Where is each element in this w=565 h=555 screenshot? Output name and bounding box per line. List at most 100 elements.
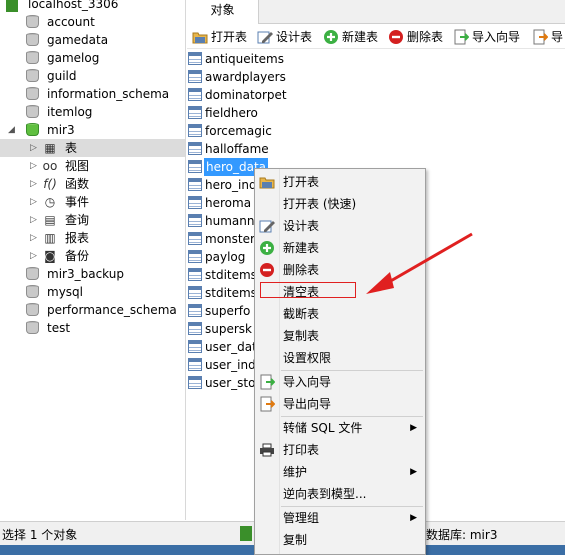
object-name: user_dat (205, 340, 257, 354)
expand-arrow-icon[interactable]: ▷ (30, 193, 37, 211)
database-icon (26, 51, 39, 65)
table-icon (188, 376, 202, 389)
object-name: user_ind (205, 358, 256, 372)
table-icon (188, 286, 202, 299)
table-icon (188, 52, 202, 65)
tree-item-reports[interactable]: ▷ ▥ 报表 (0, 229, 185, 247)
tree-item-tables[interactable]: ▷ ▦ 表 (0, 139, 185, 157)
db-label: performance_schema (47, 303, 177, 317)
database-icon (26, 105, 39, 119)
expand-arrow-icon[interactable]: ▷ (30, 157, 37, 175)
tree-db-itemlog[interactable]: itemlog (0, 103, 185, 121)
table-icon (188, 124, 202, 137)
folder-open-icon (259, 177, 275, 189)
table-icon (188, 268, 202, 281)
object-name: superfo (205, 304, 251, 318)
tree-item-queries[interactable]: ▷ ▤ 查询 (0, 211, 185, 229)
context-menu: 打开表 打开表 (快速) 设计表 新建表 删除表 清空表 截断表 复制表 设置权… (254, 168, 426, 555)
annotation-highlight-box (260, 282, 356, 298)
database-icon (26, 87, 39, 101)
table-icon (188, 358, 202, 371)
db-label: test (47, 321, 71, 335)
tree-item-label: 函数 (65, 177, 90, 191)
database-icon (26, 285, 39, 299)
expand-arrow-icon[interactable]: ▷ (30, 139, 37, 157)
connection-icon (6, 0, 18, 12)
tree-db-gamedata[interactable]: gamedata (0, 31, 185, 49)
menu-item-copy-table[interactable]: 复制表 (255, 325, 425, 347)
submenu-arrow-icon: ▶ (410, 467, 417, 477)
db-label: gamelog (47, 51, 100, 65)
export-icon (260, 396, 275, 412)
database-icon (26, 69, 39, 83)
database-icon (26, 267, 39, 281)
tree-db-test[interactable]: test (0, 319, 185, 337)
collapse-arrow-icon[interactable]: ◢ (8, 121, 15, 139)
tree-db-gamelog[interactable]: gamelog (0, 49, 185, 67)
folder-open-icon (192, 32, 208, 44)
object-name: user_sto (205, 376, 256, 390)
connection-status-icon (240, 526, 252, 541)
tree-db-guild[interactable]: guild (0, 67, 185, 85)
expand-arrow-icon[interactable]: ▷ (30, 229, 37, 247)
minus-icon (260, 263, 274, 277)
tree-db-mir3-backup[interactable]: mir3_backup (0, 265, 185, 283)
database-icon (26, 15, 39, 29)
tree-item-functions[interactable]: ▷ f() 函数 (0, 175, 185, 193)
database-icon (26, 33, 39, 47)
object-name: stditems (205, 268, 257, 282)
tree-db-performance-schema[interactable]: performance_schema (0, 301, 185, 319)
tree-item-label: 查询 (65, 213, 90, 227)
menu-item-open-table[interactable]: 打开表 (255, 171, 425, 193)
pencil-table-icon (259, 220, 275, 233)
minus-icon (389, 30, 403, 44)
expand-arrow-icon[interactable]: ▷ (30, 247, 37, 265)
menu-item-import-wizard[interactable]: 导入向导 (255, 371, 425, 393)
menu-item-export-wizard[interactable]: 导出向导 (255, 393, 425, 415)
report-icon: ▥ (44, 231, 56, 245)
menu-item-manage-group[interactable]: 管理组 ▶ (255, 507, 425, 529)
tree-db-mir3[interactable]: ◢ mir3 (0, 121, 185, 139)
db-label: mir3_backup (47, 267, 124, 281)
menu-item-maintain[interactable]: 维护 ▶ (255, 461, 425, 483)
table-icon (188, 70, 202, 83)
pencil-table-icon (257, 31, 273, 44)
tree-item-backups[interactable]: ▷ ◙ 备份 (0, 247, 185, 265)
table-icon (188, 340, 202, 353)
menu-item-set-permissions[interactable]: 设置权限 (255, 347, 425, 369)
tree-db-account[interactable]: account (0, 13, 185, 31)
table-icon (188, 178, 202, 191)
table-icon (188, 196, 202, 209)
table-icon (188, 106, 202, 119)
tree-item-views[interactable]: ▷ oo 视图 (0, 157, 185, 175)
status-selection-text: 选择 1 个对象 (2, 528, 78, 542)
tree-db-information-schema[interactable]: information_schema (0, 85, 185, 103)
object-name: fieldhero (205, 106, 258, 120)
menu-item-truncate-table[interactable]: 截断表 (255, 303, 425, 325)
tree-item-label: 表 (65, 141, 78, 155)
import-icon (454, 29, 469, 45)
function-icon: f() (43, 177, 57, 191)
tree-db-mysql[interactable]: mysql (0, 283, 185, 301)
annotation-arrow-icon (366, 232, 473, 294)
menu-item-copy[interactable]: 复制 (255, 529, 425, 551)
expand-arrow-icon[interactable]: ▷ (30, 175, 37, 193)
expand-arrow-icon[interactable]: ▷ (30, 211, 37, 229)
import-icon (260, 374, 275, 390)
table-icon (188, 214, 202, 227)
object-name: hero_ind (205, 178, 257, 192)
menu-item-open-table-fast[interactable]: 打开表 (快速) (255, 193, 425, 215)
object-name: monster (205, 232, 255, 246)
menu-item-dump-sql[interactable]: 转储 SQL 文件 ▶ (255, 417, 425, 439)
menu-item-reverse-model[interactable]: 逆向表到模型... (255, 483, 425, 505)
menu-item-print-table[interactable]: 打印表 (255, 439, 425, 461)
navigation-tree: localhost_3306 account gamedata gamelog gui… (0, 0, 186, 520)
plus-icon (260, 241, 274, 255)
tree-item-events[interactable]: ▷ ◷ 事件 (0, 193, 185, 211)
object-name: forcemagic (205, 124, 272, 138)
database-icon (26, 303, 39, 317)
tab-strip: 对象 (187, 0, 565, 24)
db-label: gamedata (47, 33, 109, 47)
tab-objects[interactable]: 对象 (187, 0, 259, 24)
table-icon (188, 322, 202, 335)
